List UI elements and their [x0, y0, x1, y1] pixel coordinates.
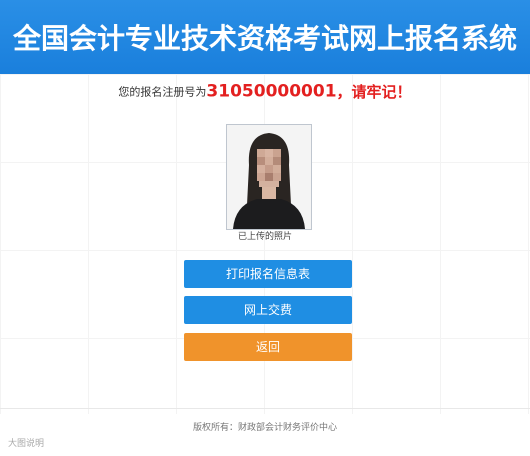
copyright-footer: 版权所有：财政部会计财务评价中心 — [192, 423, 337, 433]
online-payment-button[interactable]: 网上交费 — [184, 296, 352, 324]
footer-divider — [0, 408, 530, 409]
registration-notice: 您的报名注册号为31050000001，请牢记！ — [0, 81, 530, 102]
portrait-image — [227, 125, 311, 229]
registration-prefix: 您的报名注册号为 — [118, 85, 207, 99]
registration-reminder: ，请牢记！ — [336, 83, 412, 101]
back-button[interactable]: 返回 — [184, 333, 352, 361]
header-banner: 全国会计专业技术资格考试网上报名系统 — [0, 0, 530, 74]
print-registration-button[interactable]: 打印报名信息表 — [184, 260, 352, 288]
photo-caption: 已上传的照片 — [237, 232, 292, 242]
watermark: 大图说明 — [8, 439, 45, 449]
registration-number: 31050000001 — [206, 81, 337, 102]
uploaded-photo — [226, 124, 312, 230]
page-title: 全国会计专业技术资格考试网上报名系统 — [12, 22, 517, 55]
